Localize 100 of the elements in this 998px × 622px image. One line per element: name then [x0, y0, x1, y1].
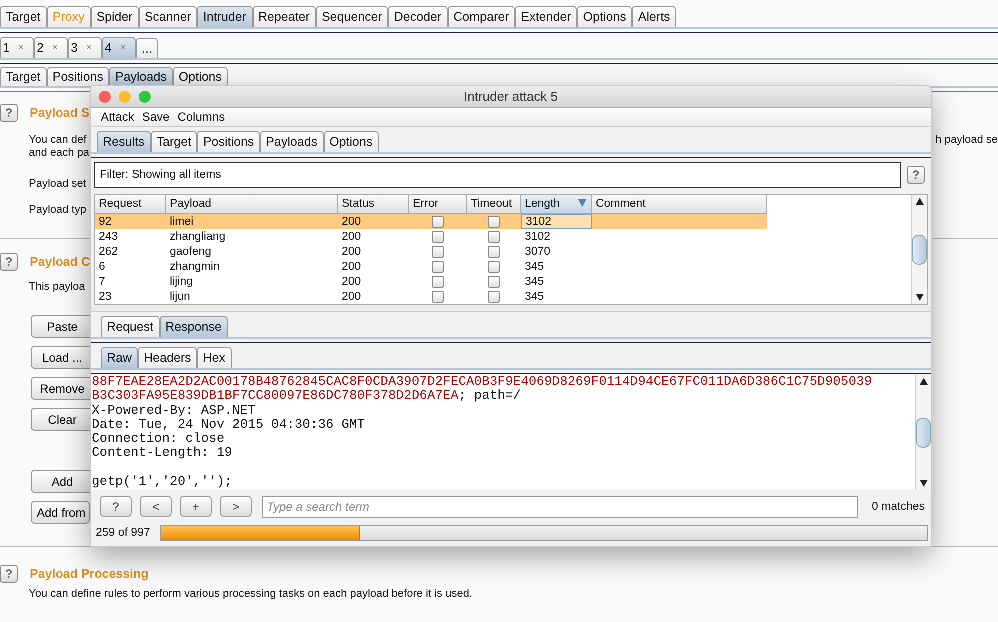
tab[interactable]: Extender	[515, 6, 578, 27]
table-row[interactable]: 262 gaofeng 200 3070	[95, 244, 911, 259]
checkbox[interactable]	[432, 290, 444, 302]
checkbox[interactable]	[488, 290, 500, 302]
column-header[interactable]: Request	[95, 195, 166, 214]
tab[interactable]: Intruder	[197, 6, 252, 27]
table-cell-text: 345	[524, 274, 546, 289]
tab[interactable]: Payloads	[260, 131, 324, 152]
search-nav-button[interactable]: +	[180, 496, 212, 517]
description-text: You can define rules to perform various processing tasks on each payload before it is used.	[29, 588, 473, 600]
help-button[interactable]: ?	[0, 565, 18, 583]
checkbox[interactable]	[488, 260, 500, 272]
tab[interactable]: Repeater	[252, 6, 316, 27]
tab[interactable]: Spider	[90, 6, 139, 27]
checkbox[interactable]	[488, 230, 500, 242]
search-nav-button[interactable]: <	[140, 496, 172, 517]
tab[interactable]: Decoder	[388, 6, 448, 27]
window-title: Intruder attack 5	[464, 89, 558, 104]
column-header[interactable]: Payload	[166, 195, 338, 214]
field-label: Payload set	[29, 178, 86, 190]
match-count: 0 matches	[872, 500, 925, 512]
column-header[interactable]: Error	[409, 195, 467, 214]
search-nav-button[interactable]: ?	[100, 496, 132, 517]
tab[interactable]: 4 ×	[102, 37, 136, 58]
tab[interactable]: Positions	[197, 131, 260, 152]
table-cell-text: 200	[341, 214, 362, 229]
scroll-thumb[interactable]	[916, 418, 931, 448]
menu-item[interactable]: Attack	[101, 110, 134, 124]
scroll-up-icon[interactable]	[920, 378, 928, 385]
tab[interactable]: Scanner	[138, 6, 198, 27]
scrollbar[interactable]	[911, 195, 927, 304]
tab[interactable]: 3 ×	[68, 37, 102, 58]
scroll-down-icon[interactable]	[920, 480, 928, 487]
checkbox[interactable]	[488, 276, 500, 288]
progress-label: 259 of 997	[96, 527, 150, 539]
table-cell-text: zhangliang	[169, 230, 227, 244]
tab[interactable]: Hex	[197, 347, 232, 368]
help-button[interactable]: ?	[0, 104, 18, 122]
table-cell-text: 3070	[524, 244, 552, 259]
checkbox[interactable]	[432, 230, 444, 242]
search-nav-button[interactable]: >	[220, 496, 252, 517]
search-field[interactable]: Type a search term	[262, 496, 858, 518]
checkbox[interactable]	[432, 246, 444, 258]
response-text: Connection: close	[92, 431, 225, 446]
tab[interactable]: Request	[101, 316, 160, 337]
table-row[interactable]: 92 limei 200 3102	[95, 214, 767, 229]
field-label: Payload typ	[29, 204, 86, 216]
tab[interactable]: Response	[160, 316, 228, 337]
menu-item[interactable]: Columns	[178, 110, 226, 124]
tab[interactable]: Comparer	[448, 6, 516, 27]
checkbox[interactable]	[432, 260, 444, 272]
tab[interactable]: Positions	[46, 67, 110, 86]
checkbox[interactable]	[488, 216, 500, 228]
checkbox[interactable]	[432, 276, 444, 288]
table-cell-text: 243	[98, 230, 120, 244]
tab[interactable]: Target	[0, 6, 47, 27]
help-button[interactable]: ?	[0, 253, 18, 271]
tab[interactable]: Results	[97, 131, 151, 152]
tab[interactable]: Options	[172, 67, 228, 86]
help-button[interactable]: ?	[907, 166, 925, 184]
scroll-down-icon[interactable]	[916, 294, 924, 301]
tab[interactable]: Options	[577, 6, 632, 27]
checkbox[interactable]	[488, 246, 500, 258]
response-text: Content-Length: 19	[92, 445, 232, 460]
table-cell-text: 6	[98, 260, 106, 274]
table-row[interactable]: 243 zhangliang 200 3102	[95, 229, 911, 244]
tab[interactable]: Options	[324, 131, 379, 152]
close-button[interactable]	[99, 90, 111, 102]
checkbox[interactable]	[432, 216, 444, 228]
list-button[interactable]: Add from	[31, 501, 90, 524]
column-header[interactable]: Comment	[592, 195, 767, 214]
table-cell: 3102	[521, 214, 592, 229]
tab[interactable]: 1 ×	[0, 37, 34, 58]
scroll-thumb[interactable]	[912, 234, 927, 264]
tab[interactable]: Payloads	[109, 67, 173, 86]
tab[interactable]: ...	[136, 38, 158, 58]
tab[interactable]: Alerts	[632, 6, 676, 27]
tab[interactable]: Target	[0, 67, 47, 86]
section-title: Payload Processing	[30, 567, 149, 581]
column-header[interactable]: Timeout	[467, 195, 521, 214]
filter-bar[interactable]: Filter: Showing all items	[94, 162, 901, 188]
tab[interactable]: 2 ×	[34, 37, 68, 58]
description-text: h payload se	[936, 134, 998, 146]
column-header[interactable]: Status	[338, 195, 409, 214]
tab[interactable]: Sequencer	[316, 6, 388, 27]
response-text: B3C303FA95E839DB1BF7CC80097E86DC780F378D2D6A7EA	[92, 388, 459, 404]
table-row[interactable]: 6 zhangmin 200 345	[95, 259, 911, 274]
table-cell-text: lijing	[169, 274, 194, 289]
scrollbar[interactable]	[915, 375, 931, 490]
column-header[interactable]: Length	[521, 195, 592, 214]
scroll-up-icon[interactable]	[916, 198, 924, 205]
table-row[interactable]: 23 lijun 200 345	[95, 289, 911, 304]
menu-item[interactable]: Save	[142, 110, 170, 124]
section-title: Payload C	[30, 255, 90, 269]
table-cell-text: 200	[341, 274, 362, 289]
tab[interactable]: Target	[150, 131, 198, 152]
tab[interactable]: Headers	[138, 347, 198, 368]
tab[interactable]: Raw	[101, 347, 138, 368]
table-row[interactable]: 7 lijing 200 345	[95, 274, 911, 289]
zoom-button[interactable]	[139, 90, 151, 102]
